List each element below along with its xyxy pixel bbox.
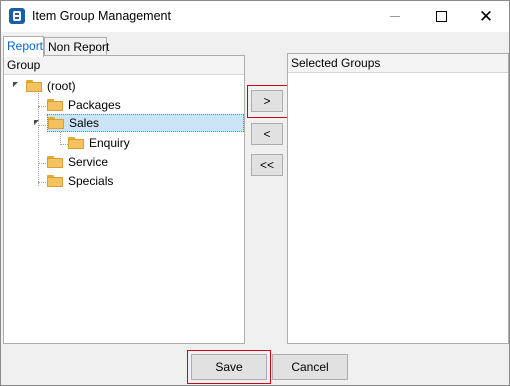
- tree-connector: [38, 163, 46, 164]
- expand-arrow-icon[interactable]: [13, 82, 18, 87]
- tree-connector: [38, 90, 39, 186]
- minimize-icon: [390, 16, 400, 17]
- tree-node-sales[interactable]: Sales: [47, 114, 244, 132]
- tree-node-service[interactable]: Service: [47, 153, 110, 171]
- remove-all-groups-button[interactable]: <<: [251, 154, 283, 176]
- maximize-icon: [435, 11, 447, 22]
- close-button[interactable]: ✕: [463, 1, 509, 32]
- app-icon: [9, 8, 25, 24]
- add-group-button[interactable]: >: [251, 90, 283, 112]
- tree-connector: [38, 182, 46, 183]
- minimize-button[interactable]: [372, 1, 418, 32]
- selected-groups-panel[interactable]: Selected Groups: [287, 53, 509, 344]
- dialog-window: Item Group Management ✕ Report Non Repor…: [0, 0, 510, 386]
- folder-icon: [47, 99, 63, 111]
- window-title: Item Group Management: [32, 9, 171, 23]
- tree-node-specials[interactable]: Specials: [47, 172, 115, 190]
- folder-icon: [47, 175, 63, 187]
- tree-node-label: Enquiry: [89, 136, 130, 150]
- tree-node-label: Service: [68, 155, 109, 169]
- save-button[interactable]: Save: [191, 354, 267, 380]
- tree-node-label: (root): [47, 79, 76, 93]
- group-tree-panel[interactable]: Group (root) Packages Sales Enquiry Serv…: [3, 55, 245, 344]
- folder-icon: [68, 137, 84, 149]
- maximize-button[interactable]: [418, 1, 464, 32]
- tree-connector: [38, 106, 46, 107]
- cancel-button[interactable]: Cancel: [272, 354, 348, 380]
- folder-icon: [26, 80, 42, 92]
- group-column-header[interactable]: Group: [4, 56, 244, 75]
- tree-connector: [38, 125, 46, 126]
- tree-node-label: Packages: [68, 98, 121, 112]
- remove-group-button[interactable]: <: [251, 123, 283, 145]
- tree-node-packages[interactable]: Packages: [47, 96, 123, 114]
- close-icon: ✕: [478, 7, 494, 26]
- tree-node-enquiry[interactable]: Enquiry: [68, 134, 132, 152]
- tree-node-label: Sales: [69, 116, 100, 130]
- tab-non-report[interactable]: Non Report: [44, 37, 109, 56]
- tree-node-root[interactable]: (root): [26, 77, 78, 95]
- tree-connector: [60, 144, 68, 145]
- folder-icon: [47, 156, 63, 168]
- tab-report[interactable]: Report: [3, 36, 44, 57]
- title-bar[interactable]: Item Group Management ✕: [1, 1, 509, 32]
- folder-icon: [48, 117, 64, 129]
- selected-groups-column-header[interactable]: Selected Groups: [288, 54, 508, 73]
- tree-node-label: Specials: [68, 174, 114, 188]
- expand-arrow-icon[interactable]: [34, 120, 39, 125]
